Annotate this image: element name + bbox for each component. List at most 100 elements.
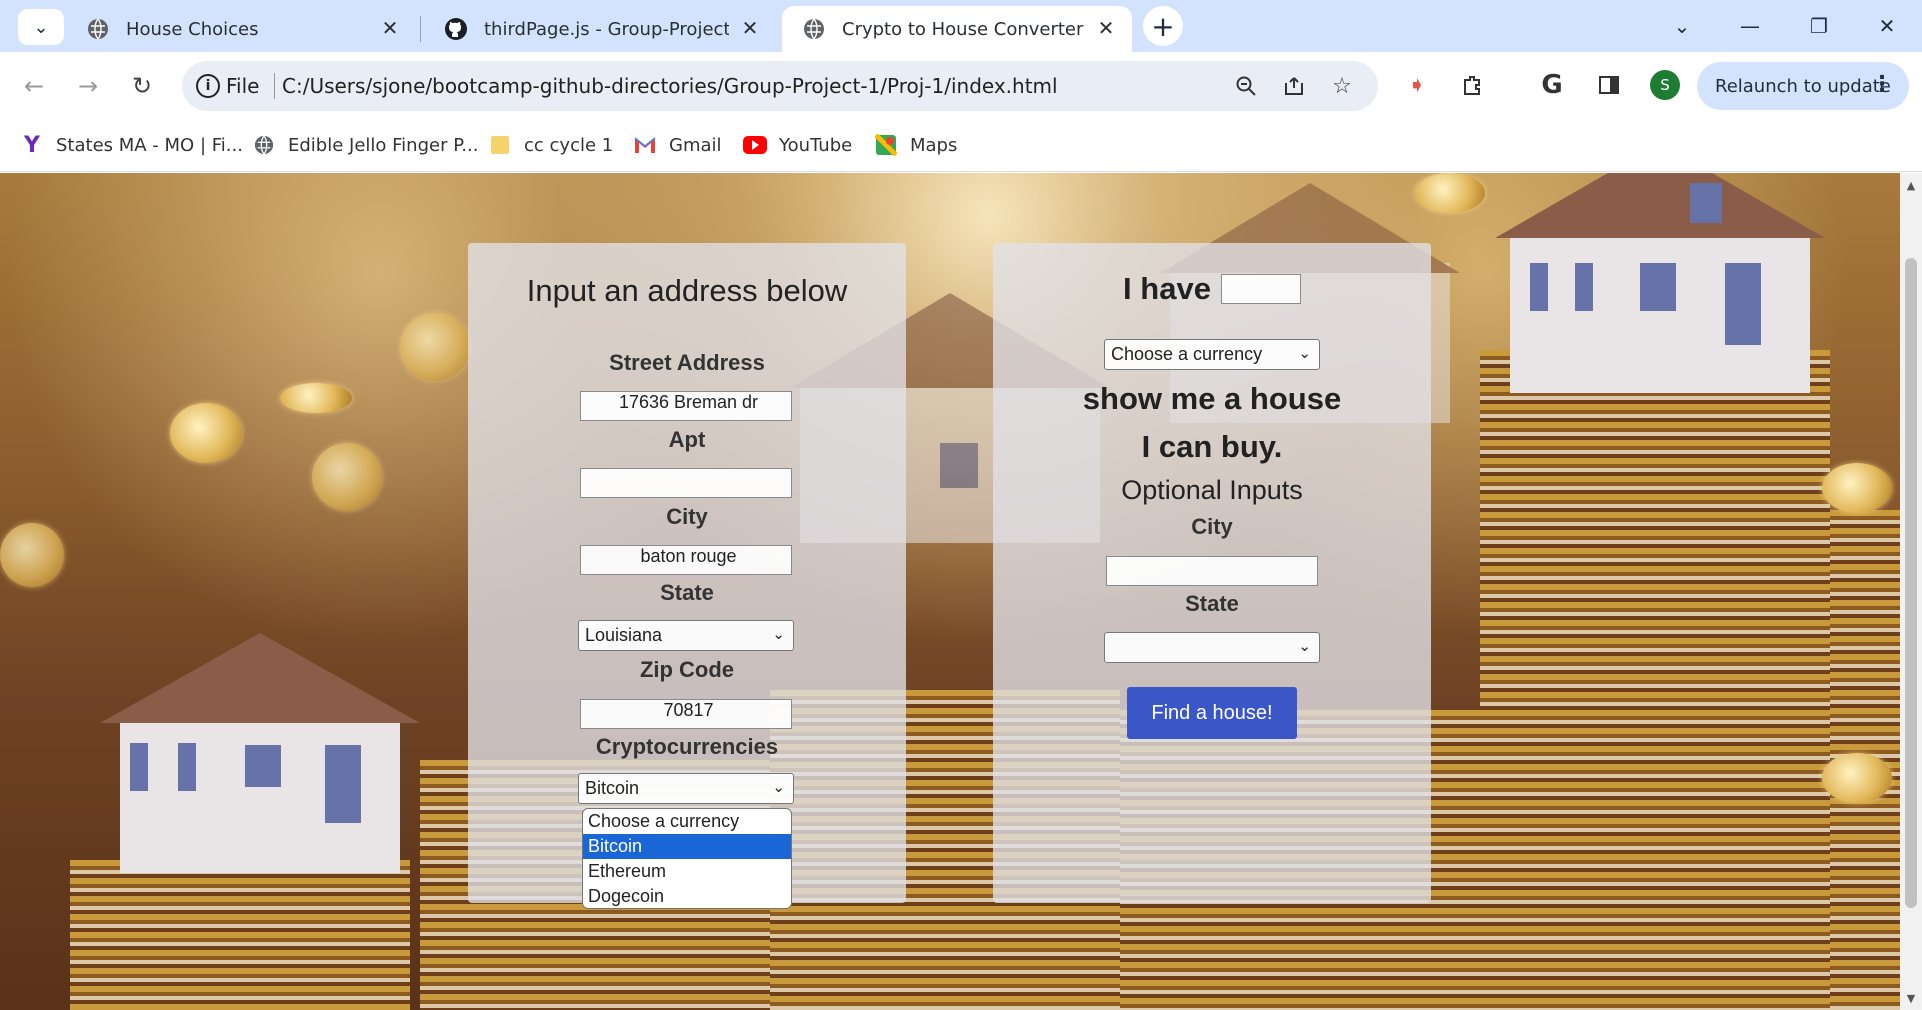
scheme-label: File [226,74,260,98]
crypto-select-value: Bitcoin [585,778,640,798]
currency-select-value: Choose a currency [1111,344,1263,364]
url-text[interactable]: C:/Users/sjone/bootcamp-github-directori… [282,74,1058,98]
bookmark-label: YouTube [779,134,853,156]
scroll-up-arrow-icon[interactable]: ▲ [1900,175,1922,195]
github-icon [444,17,468,41]
coin-decoration [170,403,242,463]
star-icon[interactable]: ☆ [1328,72,1356,100]
apt-input[interactable] [580,468,792,498]
zip-label: Zip Code [639,657,735,682]
tab-crypto-converter[interactable]: Crypto to House Converter ✕ [782,6,1132,52]
scrollbar-thumb[interactable] [1905,258,1917,908]
zoom-icon[interactable] [1232,72,1260,100]
address-form-panel: Input an address below Street Address 17… [468,243,906,903]
city-input[interactable]: baton rouge [580,545,792,575]
coin-decoration [1822,753,1892,803]
city-label: City [666,504,708,529]
state-select[interactable]: Louisiana ⌄ [578,620,794,651]
tab-title: thirdPage.js - Group-Project-1 [C [484,18,729,40]
scroll-down-arrow-icon[interactable]: ▼ [1900,988,1922,1008]
crypto-option-selected[interactable]: Bitcoin [583,834,791,859]
omnibox-divider [274,73,275,99]
info-icon[interactable]: i [196,74,220,98]
window-close-icon[interactable]: ✕ [1867,8,1907,44]
coin-decoration [312,443,382,511]
chevron-down-icon: ⌄ [772,626,785,643]
crypto-dropdown-list[interactable]: Choose a currency Bitcoin Ethereum Dogec… [582,808,792,909]
gmail-icon [633,133,657,157]
relaunch-label: Relaunch to update [1715,75,1891,97]
new-tab-button[interactable]: + [1143,6,1183,46]
optional-city-input[interactable] [1106,556,1318,586]
extensions-puzzle-icon[interactable] [1456,68,1490,102]
page-scrollbar[interactable]: ▲ ▼ [1900,173,1922,1010]
crypto-label: Cryptocurrencies [595,734,779,759]
bookmark-label: States MA - MO | Fi... [56,134,243,156]
globe-icon [86,17,110,41]
state-label: State [660,580,714,605]
coin-decoration [400,313,470,381]
currency-select[interactable]: Choose a currency ⌄ [1104,339,1320,370]
close-icon[interactable]: ✕ [378,16,402,40]
house-decoration [100,633,420,873]
optional-city-label: City [1191,514,1233,539]
crypto-option[interactable]: Dogecoin [583,884,791,908]
i-have-label: I have [1123,271,1211,306]
minimize-icon[interactable]: — [1730,8,1770,44]
zip-input[interactable]: 70817 [580,699,792,729]
crypto-option[interactable]: Ethereum [583,859,791,884]
chevron-down-icon: ⌄ [1298,345,1311,362]
bookmark-gmail[interactable]: Gmail [633,130,722,160]
bookmark-maps[interactable]: Maps [874,130,957,160]
bookmark-youtube[interactable]: YouTube [743,130,852,160]
coin-decoration [1822,463,1892,513]
tab-house-choices[interactable]: House Choices ✕ [66,6,416,52]
google-icon[interactable]: G [1535,68,1569,102]
relaunch-button[interactable]: Relaunch to update ⋮ [1697,62,1909,110]
optional-state-select[interactable]: ⌄ [1104,632,1320,663]
tab-title: Crypto to House Converter [842,18,1084,40]
bookmark-states[interactable]: Y States MA - MO | Fi... [20,130,243,160]
address-bar[interactable]: i File C:/Users/sjone/bootcamp-github-di… [182,61,1378,111]
close-icon[interactable]: ✕ [738,16,762,40]
crypto-option[interactable]: Choose a currency [583,809,791,834]
find-house-button[interactable]: Find a house! [1127,687,1297,739]
can-buy-text: I can buy. [1141,429,1283,464]
y-logo-icon: Y [24,132,40,158]
chevron-down-icon: ⌄ [772,779,785,796]
amount-input[interactable] [1220,274,1301,304]
chevron-down-icon: ⌄ [1298,638,1311,655]
close-icon[interactable]: ✕ [1094,16,1118,40]
tab-thirdpage-js[interactable]: thirdPage.js - Group-Project-1 [C ✕ [424,6,776,52]
tab-title: House Choices [126,18,259,40]
optional-state-label: State [1185,591,1239,616]
tab-list-chevron-icon[interactable]: ⌄ [1662,8,1702,44]
back-arrow-icon[interactable]: ← [14,66,54,106]
share-icon[interactable] [1280,72,1308,100]
forward-arrow-icon[interactable]: → [68,66,108,106]
apt-label: Apt [668,427,706,452]
bookmark-label: Maps [910,134,958,156]
bookmarks-bar: Y States MA - MO | Fi... Edible Jello Fi… [0,118,1922,172]
side-panel-icon[interactable] [1592,68,1626,102]
bookmark-jello[interactable]: Edible Jello Finger P... [252,130,478,160]
chevron-down-icon: ⌄ [33,16,49,38]
tab-search-button[interactable]: ⌄ [18,9,64,45]
profile-avatar[interactable]: S [1650,70,1680,100]
crypto-select[interactable]: Bitcoin ⌄ [578,773,794,804]
reload-icon[interactable]: ↻ [122,66,162,106]
state-select-value: Louisiana [585,625,663,645]
youtube-icon [743,133,767,157]
more-vert-icon[interactable]: ⋮ [1871,72,1893,97]
i-have-row: I have [993,271,1431,307]
coin-decoration [280,383,352,413]
street-input[interactable]: 17636 Breman dr [580,391,792,421]
extension-arrow-icon[interactable]: ➧ [1400,68,1434,102]
bookmark-cc-cycle[interactable]: cc cycle 1 [488,130,613,160]
tab-separator [420,16,421,42]
page-background [0,173,1900,1010]
maps-icon [874,133,898,157]
tab-strip: ⌄ House Choices ✕ thirdPage.js - Group-P… [0,0,1922,52]
optional-inputs-heading: Optional Inputs [1121,475,1303,505]
restore-icon[interactable]: ❐ [1799,8,1839,44]
